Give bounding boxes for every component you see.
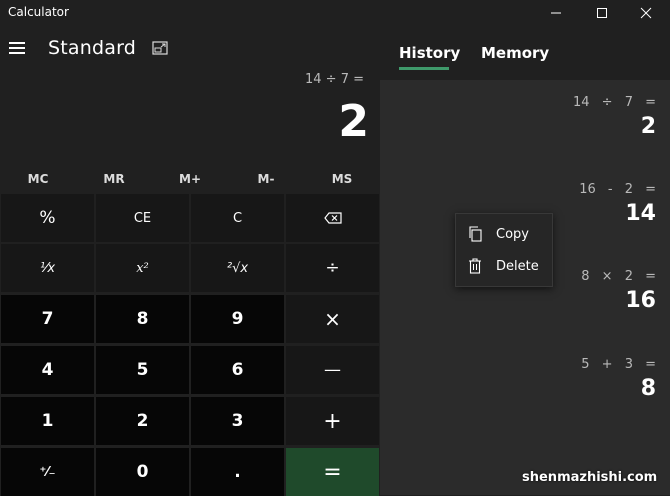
tab-memory[interactable]: Memory [481, 44, 549, 62]
digit-2-button[interactable]: 2 [96, 397, 189, 445]
mode-title: Standard [48, 37, 137, 59]
history-expression: 16 - 2 = [579, 182, 656, 197]
hamburger-icon[interactable] [6, 38, 28, 58]
history-result: 2 [640, 114, 656, 139]
digit-8-button[interactable]: 8 [96, 295, 189, 343]
square-button[interactable]: x² [96, 244, 189, 292]
maximize-icon [597, 8, 607, 18]
backspace-icon [323, 212, 342, 224]
decimal-button[interactable]: . [191, 448, 284, 496]
square-root-button[interactable]: ²√x [191, 244, 284, 292]
memory-recall-button[interactable]: MR [76, 166, 152, 192]
result-display: 2 [338, 96, 369, 147]
trash-icon [469, 258, 481, 274]
reciprocal-button[interactable]: ¹⁄x [1, 244, 94, 292]
digit-9-button[interactable]: 9 [191, 295, 284, 343]
digit-4-button[interactable]: 4 [1, 346, 94, 394]
keep-on-top-icon[interactable] [152, 41, 168, 55]
copy-label: Copy [496, 226, 529, 242]
add-button[interactable]: + [286, 397, 379, 445]
multiply-button[interactable]: × [286, 295, 379, 343]
expression-display: 14 ÷ 7 = [305, 72, 364, 87]
memory-clear-button[interactable]: MC [0, 166, 76, 192]
tab-history[interactable]: History [399, 44, 460, 62]
history-result: 8 [640, 376, 656, 401]
clear-button[interactable]: C [191, 194, 284, 242]
negate-button[interactable]: ⁺⁄₋ [1, 448, 94, 496]
history-context-menu: Copy Delete [455, 213, 553, 287]
title-bar: Calculator [0, 0, 670, 28]
memory-row: MC MR M+ M- MS [0, 166, 380, 192]
subtract-button[interactable]: — [286, 346, 379, 394]
minimize-icon [551, 12, 561, 14]
digit-3-button[interactable]: 3 [191, 397, 284, 445]
history-item[interactable]: 16 - 2 = 14 [579, 182, 656, 226]
equals-button[interactable]: = [286, 448, 379, 496]
history-item[interactable]: 5 + 3 = 8 [581, 357, 656, 401]
keypad: % CE C ¹⁄x x² ²√x ÷ 7 8 9 × 4 5 6 — 1 2 … [0, 193, 380, 496]
close-icon [640, 7, 652, 19]
delete-label: Delete [496, 258, 539, 274]
delete-menu-item[interactable]: Delete [456, 251, 552, 281]
history-expression: 8 × 2 = [581, 269, 656, 284]
history-item[interactable]: 8 × 2 = 16 [581, 269, 656, 313]
copy-menu-item[interactable]: Copy [456, 219, 552, 249]
digit-5-button[interactable]: 5 [96, 346, 189, 394]
history-result: 14 [625, 201, 656, 226]
copy-icon [469, 226, 482, 242]
history-expression: 14 ÷ 7 = [573, 95, 656, 110]
percent-button[interactable]: % [1, 194, 94, 242]
history-item[interactable]: 14 ÷ 7 = 2 [573, 95, 656, 139]
app-title: Calculator [8, 5, 69, 19]
history-panel: 14 ÷ 7 = 2 16 - 2 = 14 8 × 2 = 16 5 + 3 … [380, 80, 670, 495]
digit-7-button[interactable]: 7 [1, 295, 94, 343]
memory-store-button[interactable]: MS [304, 166, 380, 192]
digit-6-button[interactable]: 6 [191, 346, 284, 394]
memory-add-button[interactable]: M+ [152, 166, 228, 192]
divide-button[interactable]: ÷ [286, 244, 379, 292]
watermark-text: shenmazhishi.com [522, 470, 658, 485]
close-button[interactable] [626, 0, 666, 26]
maximize-button[interactable] [582, 0, 622, 26]
clear-entry-button[interactable]: CE [96, 194, 189, 242]
memory-subtract-button[interactable]: M- [228, 166, 304, 192]
minimize-button[interactable] [536, 0, 576, 26]
history-result: 16 [625, 288, 656, 313]
digit-1-button[interactable]: 1 [1, 397, 94, 445]
digit-0-button[interactable]: 0 [96, 448, 189, 496]
active-tab-indicator [399, 67, 449, 70]
backspace-button[interactable] [286, 194, 379, 242]
history-expression: 5 + 3 = [581, 357, 656, 372]
